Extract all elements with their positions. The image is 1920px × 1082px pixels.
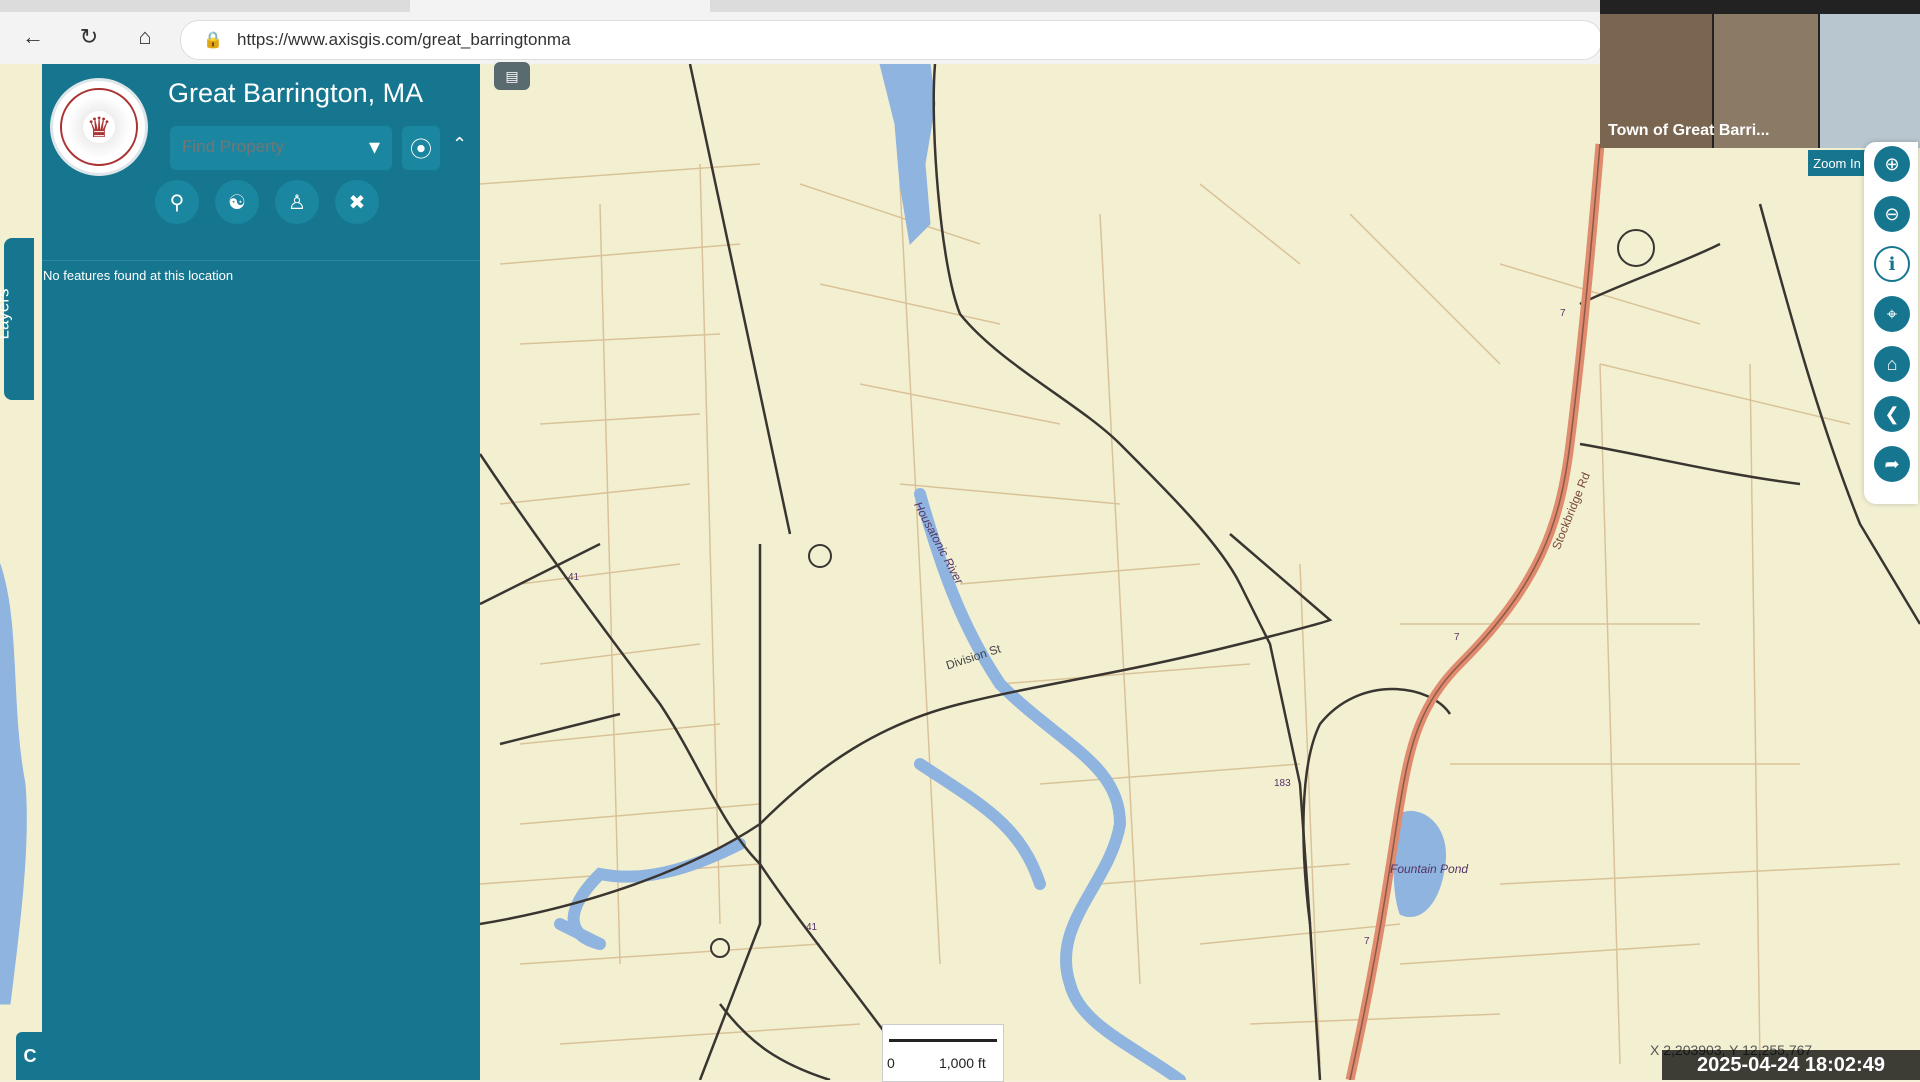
find-property-box[interactable]: ▾ xyxy=(170,126,392,170)
handshake-icon: ☯ xyxy=(228,191,246,214)
route-7-shield: 7 xyxy=(1560,308,1566,319)
chat-button[interactable]: C xyxy=(16,1032,44,1080)
zoom-in-icon[interactable]: ⊕ xyxy=(1874,146,1910,182)
pond-label: Fountain Pond xyxy=(1390,862,1469,876)
lasso-select-button[interactable]: ⦿ xyxy=(402,126,440,170)
route-41-shield-2: 41 xyxy=(806,922,818,933)
scale-zero: 0 xyxy=(887,1055,895,1071)
no-features-message: No features found at this location xyxy=(43,268,234,283)
seal-icon: ♛ xyxy=(60,88,138,166)
search-button[interactable]: ⚲ xyxy=(155,180,199,224)
user-button[interactable]: ♙ xyxy=(275,180,319,224)
tab-strip xyxy=(0,0,1600,12)
scale-bar: 0 1,000 ft xyxy=(882,1024,1004,1082)
scale-line xyxy=(889,1039,997,1048)
active-tab[interactable] xyxy=(410,0,710,12)
route-41-shield: 41 xyxy=(568,572,580,583)
video-tile-3 xyxy=(1820,14,1920,148)
filter-icon[interactable]: ▾ xyxy=(369,134,380,160)
locate-icon[interactable]: ⌖ xyxy=(1874,296,1910,332)
scale-distance: 1,000 ft xyxy=(939,1055,986,1071)
zoom-in-tooltip: Zoom In xyxy=(1808,150,1866,176)
lasso-icon: ⦿ xyxy=(409,137,432,162)
identify-info-icon[interactable]: ℹ xyxy=(1874,246,1910,282)
layers-tab-label: Layers xyxy=(0,288,13,340)
sidebar-panel: ♛ Great Barrington, MA ▾ ⦿ ⌃ ⚲ ☯ ♙ ✖ No … xyxy=(42,64,480,1080)
video-call-overlay: Town of Great Barri... xyxy=(1600,0,1920,148)
back-icon[interactable]: ← xyxy=(16,20,50,54)
reload-icon[interactable]: ↻ xyxy=(72,20,106,54)
sidebar-divider xyxy=(42,260,480,261)
route-7-shield-3: 7 xyxy=(1364,936,1370,947)
participant-name: Town of Great Barri... xyxy=(1608,122,1770,139)
home-extent-icon[interactable]: ⌂ xyxy=(1874,346,1910,382)
address-bar[interactable]: 🔒 xyxy=(180,20,1602,60)
route-7-shield-2: 7 xyxy=(1454,632,1460,643)
map-toolbar: ⊕ ⊖ ℹ ⌖ ⌂ ❮ ➦ xyxy=(1864,142,1918,504)
lock-icon: 🔒 xyxy=(203,32,223,49)
trash-icon: ✖ xyxy=(348,191,366,214)
share-icon[interactable]: ➦ xyxy=(1874,446,1910,482)
person-icon: ♙ xyxy=(288,191,306,214)
back-extent-icon[interactable]: ❮ xyxy=(1874,396,1910,432)
search-icon: ⚲ xyxy=(169,191,185,214)
zoom-out-icon[interactable]: ⊖ xyxy=(1874,196,1910,232)
owner-search-button[interactable]: ☯ xyxy=(215,180,259,224)
home-icon[interactable]: ⌂ xyxy=(128,20,162,54)
url-input[interactable] xyxy=(235,29,1039,51)
app-title: Great Barrington, MA xyxy=(168,78,424,108)
layers-tab[interactable]: Layers xyxy=(0,238,34,400)
find-property-input[interactable] xyxy=(180,136,344,158)
browser-toolbar: ← ↻ ⌂ 🔒 xyxy=(0,0,1602,65)
delete-button[interactable]: ✖ xyxy=(335,180,379,224)
route-183-shield: 183 xyxy=(1274,778,1291,789)
town-seal-logo: ♛ xyxy=(50,78,148,176)
collapse-chevron-icon[interactable]: ⌃ xyxy=(452,134,467,155)
map-menu-button[interactable]: ▤ xyxy=(494,62,530,90)
recording-timestamp: 2025-04-24 18:02:49 xyxy=(1662,1050,1920,1080)
